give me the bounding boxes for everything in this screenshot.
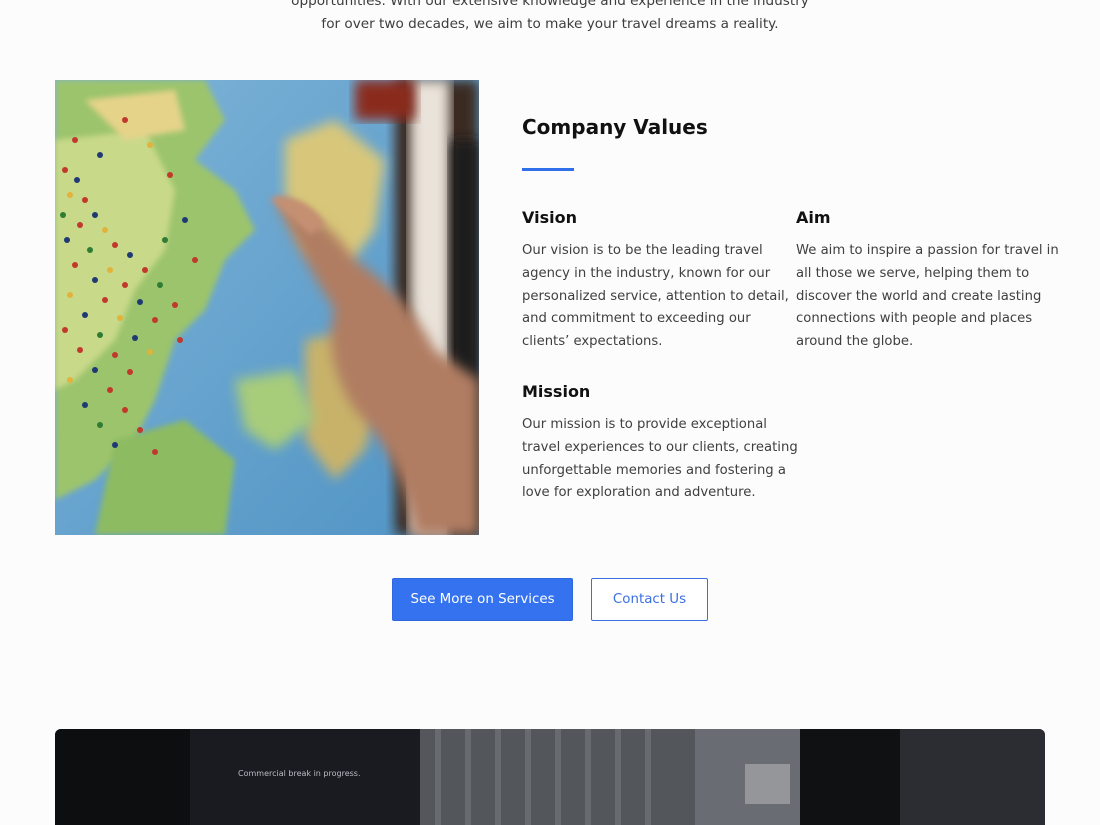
vision-line: Our vision is to be the leading travel: [522, 243, 763, 258]
aim-heading: Aim: [796, 208, 831, 227]
mission-heading: Mission: [522, 382, 591, 401]
aim-text: We aim to inspire a passion for travel i…: [796, 240, 1059, 354]
aim-line: all those we serve, helping them to: [796, 265, 1030, 281]
intro-text: opportunities. With our extensive knowle…: [0, 0, 1100, 36]
aim-block: Aim We aim to inspire a passion for trav…: [796, 208, 1059, 354]
vision-line: agency in the industry, known for our: [522, 265, 771, 281]
page: opportunities. With our extensive knowle…: [0, 0, 1100, 825]
see-more-services-button[interactable]: See More on Services: [392, 578, 573, 621]
world-map-photo-icon: [55, 80, 479, 535]
world-map-image: [55, 80, 479, 535]
mission-text: Our mission is to provide exceptional tr…: [522, 414, 798, 505]
mission-line: Our mission is to provide exceptional: [522, 417, 767, 432]
vision-line: clients’ expectations.: [522, 334, 663, 350]
office-video-thumbnail-icon: [55, 729, 1045, 825]
vision-heading: Vision: [522, 208, 577, 227]
aim-line: around the globe.: [796, 334, 914, 350]
aim-line: discover the world and create lasting: [796, 288, 1042, 304]
video-player[interactable]: Commercial break in progress.: [55, 729, 1045, 825]
intro-line-2: for over two decades, we aim to make you…: [321, 16, 779, 32]
mission-line: love for exploration and adventure.: [522, 485, 756, 501]
contact-us-button[interactable]: Contact Us: [591, 578, 708, 621]
mission-block: Mission Our mission is to provide except…: [522, 382, 798, 505]
title-underline: [522, 168, 574, 171]
section-title: Company Values: [522, 115, 708, 139]
mission-line: unforgettable memories and fostering a: [522, 462, 786, 478]
vision-block: Vision Our vision is to be the leading t…: [522, 208, 789, 354]
vision-line: and commitment to exceeding our: [522, 311, 751, 327]
aim-line: connections with people and places: [796, 311, 1033, 327]
mission-line: travel experiences to our clients, creat…: [522, 439, 798, 455]
vision-line: personalized service, attention to detai…: [522, 288, 789, 304]
intro-line-1: opportunities. With our extensive knowle…: [291, 0, 809, 9]
aim-line: We aim to inspire a passion for travel i…: [796, 243, 1059, 258]
vision-text: Our vision is to be the leading travel a…: [522, 240, 789, 354]
video-caption: Commercial break in progress.: [238, 769, 361, 778]
